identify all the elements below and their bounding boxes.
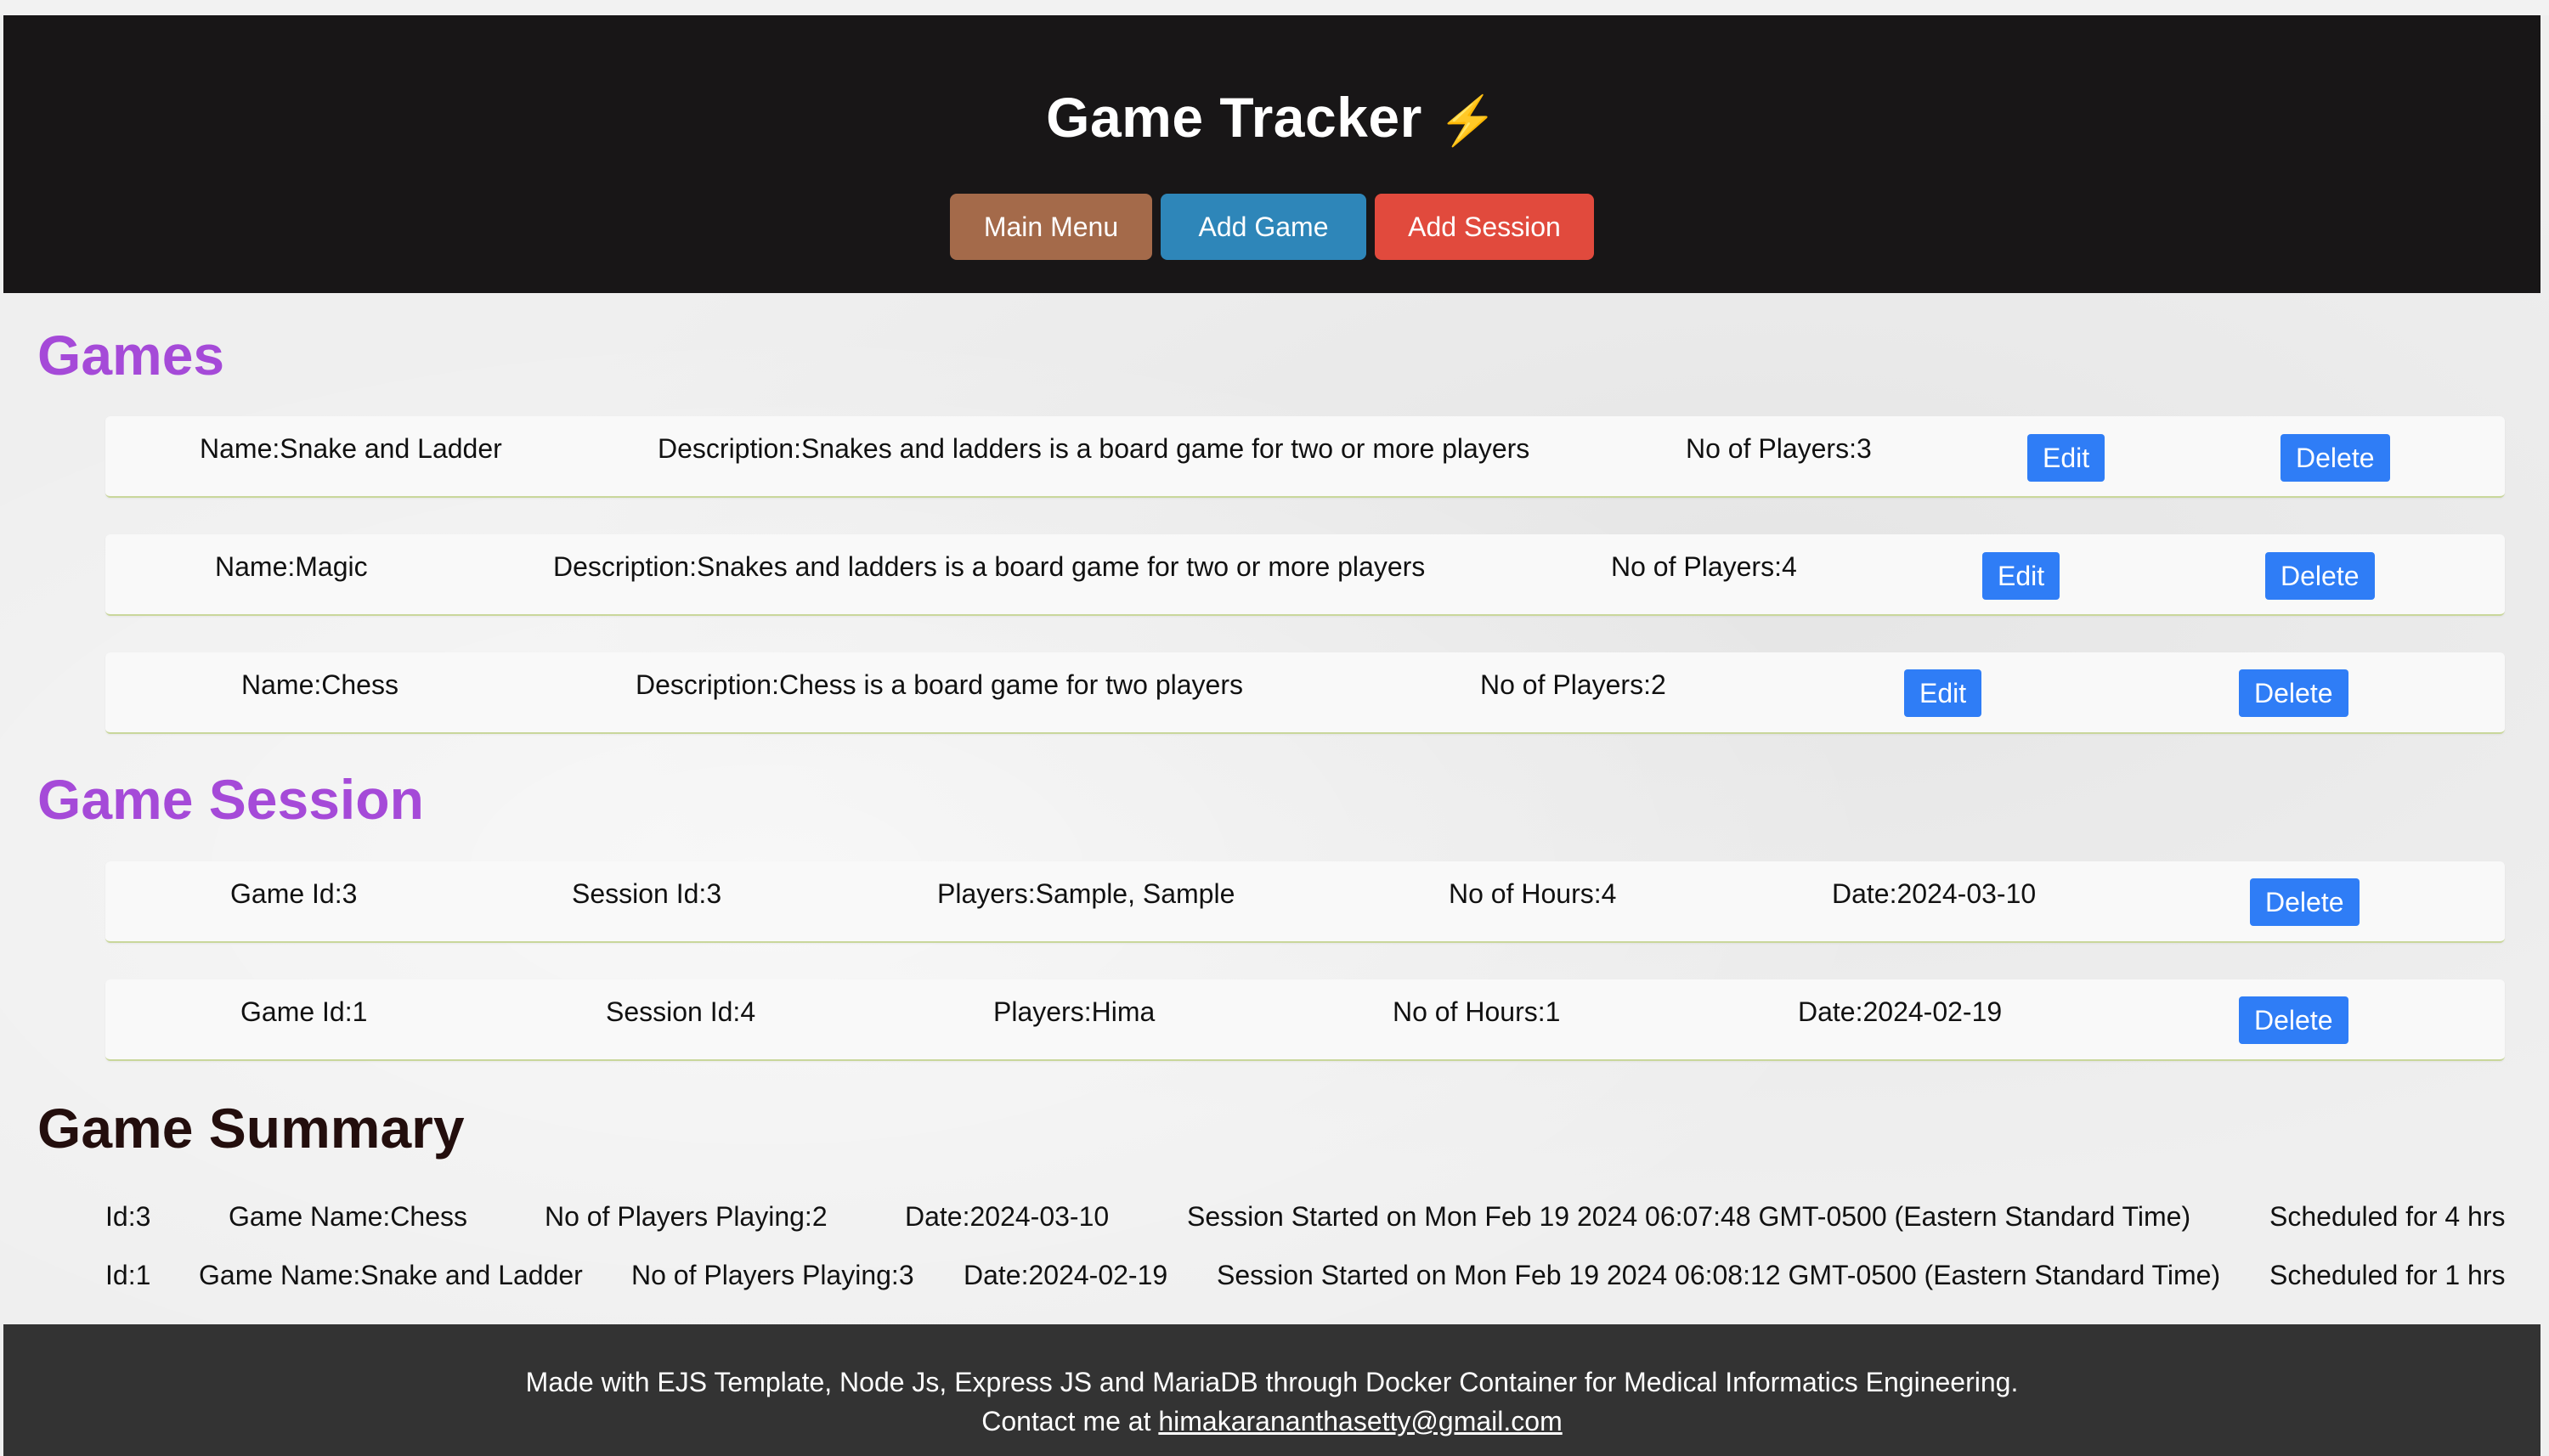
edit-button[interactable]: Edit bbox=[1904, 669, 1982, 717]
games-heading: Games bbox=[37, 324, 225, 387]
main-menu-button[interactable]: Main Menu bbox=[950, 194, 1152, 260]
game-players: No of Players:3 bbox=[1686, 433, 1872, 464]
session-players: Players:Hima bbox=[993, 996, 1156, 1027]
session-hours: No of Hours:4 bbox=[1449, 878, 1617, 909]
summary-row: Id:3 Game Name:Chess No of Players Playi… bbox=[0, 1201, 2549, 1235]
game-players: No of Players:4 bbox=[1611, 551, 1797, 582]
summary-game-name: Game Name:Chess bbox=[229, 1201, 467, 1232]
add-game-button[interactable]: Add Game bbox=[1161, 194, 1366, 260]
game-name: Name:Chess bbox=[241, 669, 398, 700]
session-players: Players:Sample, Sample bbox=[937, 878, 1235, 909]
session-card: Game Id:3 Session Id:3 Players:Sample, S… bbox=[105, 861, 2505, 943]
summary-id: Id:3 bbox=[105, 1201, 151, 1232]
delete-button[interactable]: Delete bbox=[2239, 996, 2348, 1044]
page-title: Game Tracker ⚡ bbox=[3, 85, 2541, 150]
summary-game-name: Game Name:Snake and Ladder bbox=[199, 1260, 583, 1290]
game-name: Name:Snake and Ladder bbox=[200, 433, 502, 464]
game-summary-heading: Game Summary bbox=[37, 1097, 465, 1160]
session-date: Date:2024-03-10 bbox=[1832, 878, 2037, 909]
game-description: Description:Snakes and ladders is a boar… bbox=[658, 433, 1530, 464]
delete-button[interactable]: Delete bbox=[2239, 669, 2348, 717]
game-description: Description:Chess is a board game for tw… bbox=[636, 669, 1243, 700]
session-card: Game Id:1 Session Id:4 Players:Hima No o… bbox=[105, 979, 2505, 1061]
game-session-heading: Game Session bbox=[37, 768, 424, 831]
summary-players: No of Players Playing:3 bbox=[631, 1260, 914, 1290]
game-card: Name:Snake and Ladder Description:Snakes… bbox=[105, 416, 2505, 498]
summary-scheduled: Scheduled for 1 hrs bbox=[2269, 1260, 2506, 1290]
lightning-icon: ⚡ bbox=[1438, 93, 1498, 147]
summary-id: Id:1 bbox=[105, 1260, 151, 1290]
summary-date: Date:2024-02-19 bbox=[964, 1260, 1168, 1290]
summary-date: Date:2024-03-10 bbox=[905, 1201, 1110, 1232]
delete-button[interactable]: Delete bbox=[2281, 434, 2390, 482]
game-name: Name:Magic bbox=[215, 551, 368, 582]
game-description: Description:Snakes and ladders is a boar… bbox=[553, 551, 1426, 582]
summary-started: Session Started on Mon Feb 19 2024 06:08… bbox=[1217, 1260, 2221, 1290]
session-game-id: Game Id:3 bbox=[230, 878, 358, 909]
footer-email-link[interactable]: himakarananthasetty@gmail.com bbox=[1158, 1406, 1562, 1436]
delete-button[interactable]: Delete bbox=[2265, 552, 2375, 600]
page-title-text: Game Tracker bbox=[1046, 86, 1422, 149]
delete-button[interactable]: Delete bbox=[2250, 878, 2360, 926]
edit-button[interactable]: Edit bbox=[2027, 434, 2105, 482]
session-id: Session Id:4 bbox=[606, 996, 756, 1027]
nav-bar: Main Menu Add Game Add Session bbox=[3, 194, 2541, 260]
game-card: Name:Chess Description:Chess is a board … bbox=[105, 652, 2505, 734]
edit-button[interactable]: Edit bbox=[1982, 552, 2060, 600]
page-header: Game Tracker ⚡ Main Menu Add Game Add Se… bbox=[3, 15, 2541, 293]
add-session-button[interactable]: Add Session bbox=[1375, 194, 1594, 260]
summary-started: Session Started on Mon Feb 19 2024 06:07… bbox=[1187, 1201, 2191, 1232]
footer-credits: Made with EJS Template, Node Js, Express… bbox=[525, 1367, 2019, 1397]
top-strip bbox=[0, 0, 2549, 15]
session-hours: No of Hours:1 bbox=[1393, 996, 1561, 1027]
session-id: Session Id:3 bbox=[572, 878, 722, 909]
summary-scheduled: Scheduled for 4 hrs bbox=[2269, 1201, 2506, 1232]
session-date: Date:2024-02-19 bbox=[1798, 996, 2003, 1027]
footer-contact: Contact me at himakarananthasetty@gmail.… bbox=[3, 1406, 2541, 1437]
game-card: Name:Magic Description:Snakes and ladder… bbox=[105, 534, 2505, 616]
page-footer: Made with EJS Template, Node Js, Express… bbox=[3, 1324, 2541, 1456]
footer-contact-prefix: Contact me at bbox=[981, 1406, 1159, 1436]
session-game-id: Game Id:1 bbox=[240, 996, 368, 1027]
summary-row: Id:1 Game Name:Snake and Ladder No of Pl… bbox=[0, 1260, 2549, 1294]
game-players: No of Players:2 bbox=[1480, 669, 1666, 700]
summary-players: No of Players Playing:2 bbox=[545, 1201, 828, 1232]
